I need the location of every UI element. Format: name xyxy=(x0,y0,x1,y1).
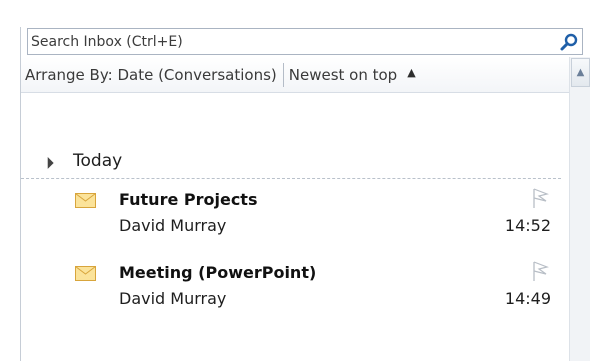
arrange-divider xyxy=(282,62,284,87)
collapse-triangle-icon[interactable]: ◢ xyxy=(40,155,55,170)
mail-subject: Meeting (PowerPoint) xyxy=(119,263,317,282)
scroll-up-button[interactable]: ▲ xyxy=(571,58,590,87)
group-label: Today xyxy=(73,151,123,171)
flag-icon[interactable] xyxy=(531,260,549,282)
mail-sender: David Murray xyxy=(119,289,227,308)
sort-order-button[interactable]: Newest on top xyxy=(289,66,397,84)
sort-direction-arrow-icon[interactable]: ▲ xyxy=(407,66,415,79)
mail-list-pane: Arrange By: Date (Conversations) Newest … xyxy=(20,27,590,361)
mail-time: 14:49 xyxy=(504,289,551,308)
vertical-scrollbar[interactable]: ▲ xyxy=(569,57,590,361)
top-strip xyxy=(0,0,590,26)
mail-subject: Future Projects xyxy=(119,190,258,209)
flag-icon[interactable] xyxy=(531,187,549,209)
envelope-icon xyxy=(75,266,96,281)
mail-time: 14:52 xyxy=(504,216,551,235)
group-header-today[interactable]: ◢ Today xyxy=(21,151,561,179)
arrange-bar: Arrange By: Date (Conversations) Newest … xyxy=(21,57,569,93)
scroll-up-arrow-icon: ▲ xyxy=(576,67,585,78)
arrange-by-button[interactable]: Arrange By: Date (Conversations) xyxy=(21,66,277,84)
search-icon[interactable] xyxy=(559,32,579,52)
mail-item[interactable]: Future Projects David Murray 14:52 xyxy=(21,185,561,243)
search-input[interactable] xyxy=(28,29,551,54)
search-box[interactable] xyxy=(27,28,583,55)
mail-item[interactable]: Meeting (PowerPoint) David Murray 14:49 xyxy=(21,258,561,316)
envelope-icon xyxy=(75,193,96,208)
mail-sender: David Murray xyxy=(119,216,227,235)
